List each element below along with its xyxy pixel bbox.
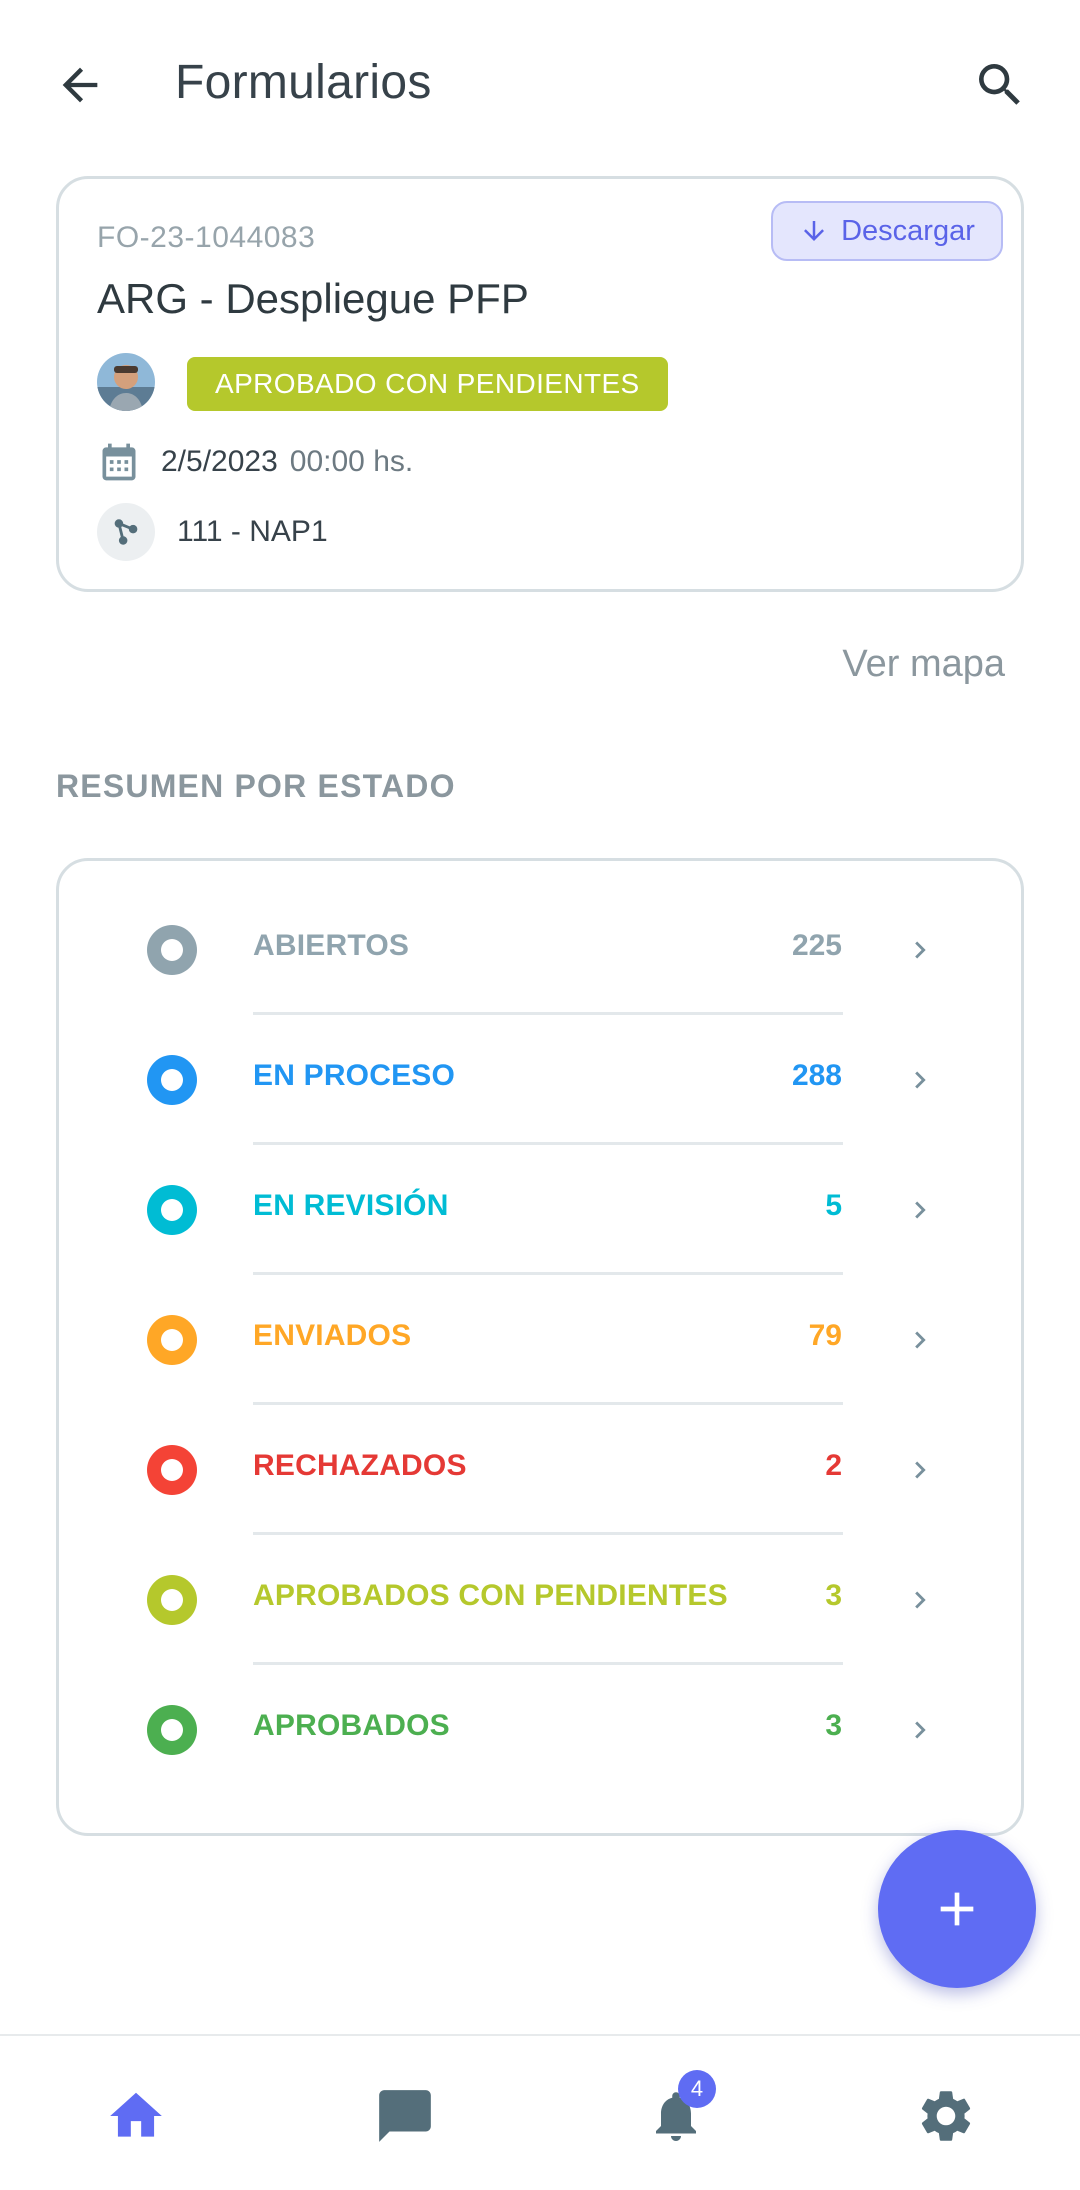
site-row: 111 - NAP1 <box>97 503 328 561</box>
bottom-nav: 4 <box>0 2034 1080 2190</box>
status-label: RECHAZADOS <box>253 1449 467 1482</box>
status-label: EN REVISIÓN <box>253 1189 449 1222</box>
status-count: 79 <box>808 1319 842 1352</box>
download-button[interactable]: Descargar <box>771 201 1003 261</box>
form-name: ARG - Despliegue PFP <box>97 275 529 322</box>
status-label: EN PROCESO <box>253 1059 456 1092</box>
status-count: 2 <box>825 1449 842 1482</box>
chevron-right-icon <box>899 1709 941 1751</box>
status-row-aprobados-con-pendientes[interactable]: APROBADOS CON PENDIENTES 3 <box>59 1535 1021 1665</box>
status-dot-icon <box>147 1185 197 1235</box>
gear-icon <box>921 2091 971 2141</box>
status-row-en-revision[interactable]: EN REVISIÓN 5 <box>59 1145 1021 1275</box>
home-icon <box>110 2092 162 2137</box>
search-button[interactable] <box>960 45 1040 125</box>
status-row-rechazados[interactable]: RECHAZADOS 2 <box>59 1405 1021 1535</box>
status-row-abiertos[interactable]: ABIERTOS 225 <box>59 885 1021 1015</box>
plus-icon <box>940 1892 974 1926</box>
form-card[interactable]: FO-23-1044083 Descargar ARG - Despliegue… <box>56 176 1024 592</box>
add-form-button[interactable] <box>878 1830 1036 1988</box>
chevron-right-icon <box>899 1189 941 1231</box>
status-dot-icon <box>147 1055 197 1105</box>
page-title: Formularios <box>175 56 432 109</box>
calendar-icon <box>102 443 136 481</box>
chevron-right-icon <box>899 1449 941 1491</box>
status-count: 5 <box>825 1189 842 1222</box>
chevron-right-icon <box>899 1579 941 1621</box>
site-icon <box>97 503 155 561</box>
status-label: ENVIADOS <box>253 1319 412 1352</box>
download-label: Descargar <box>841 214 975 247</box>
back-button[interactable] <box>40 45 120 125</box>
form-time: 00:00 hs. <box>289 445 414 478</box>
arrow-left-icon <box>62 67 98 103</box>
status-row-aprobados[interactable]: APROBADOS 3 <box>59 1665 1021 1795</box>
notification-badge: 4 <box>678 2070 716 2108</box>
chevron-right-icon <box>899 1059 941 1101</box>
status-row-enviados[interactable]: ENVIADOS 79 <box>59 1275 1021 1405</box>
status-label: ABIERTOS <box>253 929 410 962</box>
status-dot-icon <box>147 1705 197 1755</box>
section-title: RESUMEN POR ESTADO <box>56 768 456 804</box>
nav-home[interactable] <box>96 2076 176 2156</box>
status-row-en-proceso[interactable]: EN PROCESO 288 <box>59 1015 1021 1145</box>
status-count: 225 <box>791 929 842 962</box>
status-summary-card: ABIERTOS 225 EN PROCESO 288 EN REVISIÓN … <box>56 858 1024 1836</box>
chat-icon <box>379 2090 431 2142</box>
form-date: 2/5/2023 <box>161 445 278 478</box>
avatar <box>97 353 155 411</box>
status-label: APROBADOS CON PENDIENTES <box>253 1579 728 1612</box>
site-name: 111 - NAP1 <box>177 515 328 548</box>
status-label: APROBADOS <box>253 1709 450 1742</box>
view-map-link[interactable]: Ver mapa <box>800 643 1005 686</box>
status-count: 3 <box>825 1579 842 1612</box>
chevron-right-icon <box>899 929 941 971</box>
status-count: 288 <box>791 1059 842 1092</box>
search-icon <box>979 64 1020 105</box>
status-dot-icon <box>147 925 197 975</box>
form-code: FO-23-1044083 <box>97 221 316 254</box>
nav-settings[interactable] <box>906 2076 986 2156</box>
nav-messages[interactable] <box>365 2076 445 2156</box>
app-bar: Formularios <box>0 0 1080 170</box>
chevron-right-icon <box>899 1319 941 1361</box>
arrow-down-icon <box>804 221 825 241</box>
status-dot-icon <box>147 1575 197 1625</box>
status-dot-icon <box>147 1315 197 1365</box>
date-row: 2/5/2023 00:00 hs. <box>97 435 413 489</box>
status-count: 3 <box>825 1709 842 1742</box>
status-badge: APROBADO CON PENDIENTES <box>187 357 668 411</box>
status-dot-icon <box>147 1445 197 1495</box>
nav-notifications[interactable]: 4 <box>636 2070 716 2156</box>
